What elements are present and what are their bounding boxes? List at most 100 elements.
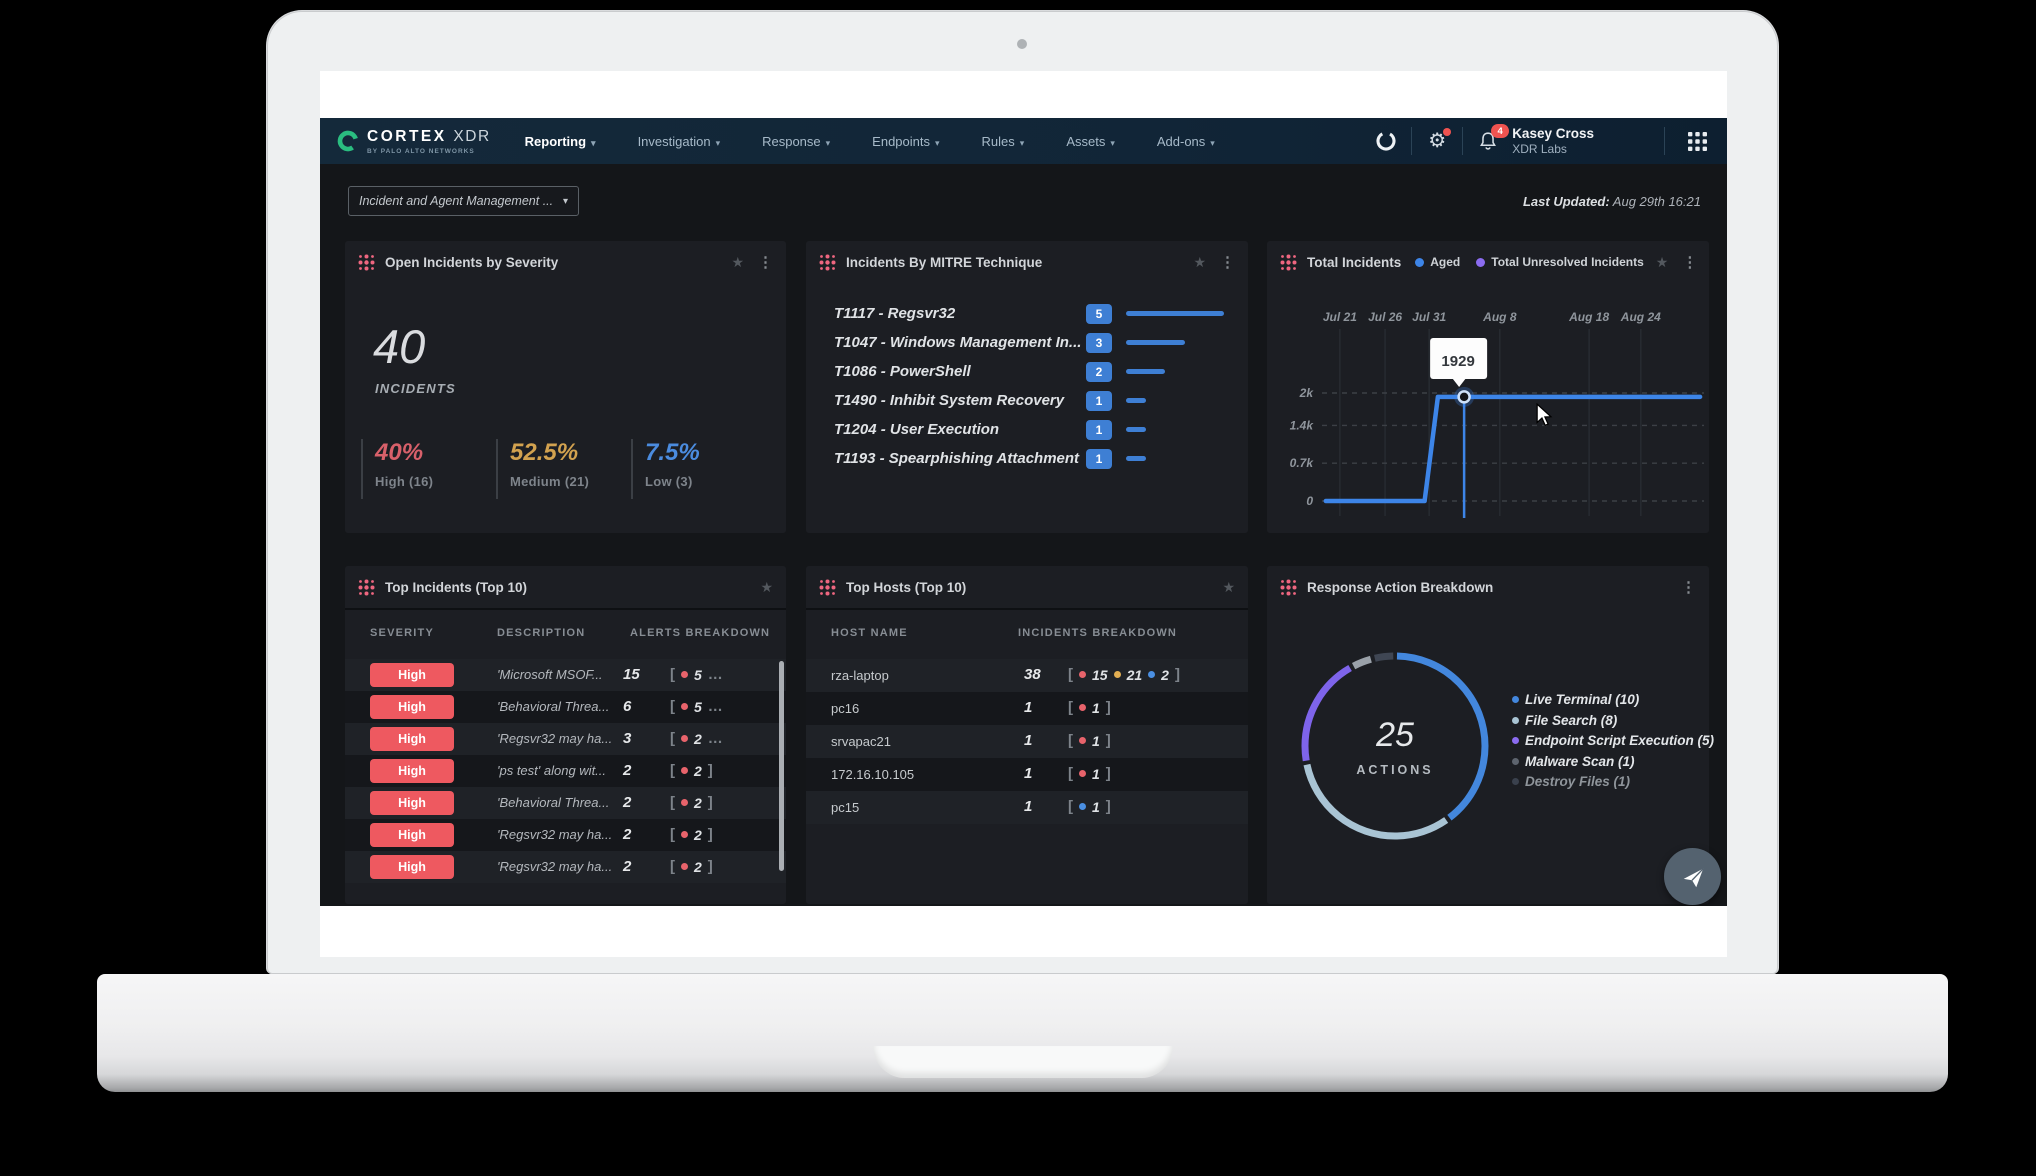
favorite-star-icon[interactable]: ★ [1222,579,1235,596]
alert-count: 3 [623,730,631,747]
severity-dot-icon [1114,671,1121,678]
actions-total-label: ACTIONS [1356,763,1433,777]
nav-menu-investigation[interactable]: Investigation▾ [638,134,721,149]
legend-item[interactable]: Malware Scan (1) [1512,754,1714,769]
kebab-menu-icon[interactable]: ⋮ [758,253,773,271]
nav-menu-reporting[interactable]: Reporting▾ [525,134,596,149]
incident-description: 'Behavioral Threa... [497,699,609,714]
laptop-base [97,974,1948,1092]
svg-text:Jul 31: Jul 31 [1412,310,1446,324]
mitre-technique-label: T1490 - Inhibit System Recovery [834,392,1086,409]
legend-dot-icon [1512,717,1519,724]
widget-title: Incidents By MITRE Technique [846,255,1042,270]
dashboard-selector[interactable]: Incident and Agent Management ... ▾ [348,186,579,216]
kebab-menu-icon[interactable]: ⋮ [1681,578,1696,596]
host-name: srvapac21 [831,734,891,749]
table-row[interactable]: High'ps test' along wit...2[2] [345,755,786,787]
severity-stat: 7.5%Low (3) [631,439,766,499]
chevron-down-icon: ▾ [591,138,596,148]
severity-badge: High [370,823,454,847]
widget-title: Top Incidents (Top 10) [385,580,527,595]
table-row[interactable]: 172.16.10.1051[1] [806,758,1248,791]
laptop-mockup: CORTEX XDR BY PALO ALTO NETWORKS Reporti… [0,0,2036,1176]
laptop-screen-bezel: CORTEX XDR BY PALO ALTO NETWORKS Reporti… [266,10,1779,974]
query-icon[interactable] [1374,129,1398,153]
chevron-down-icon: ▾ [563,196,568,207]
nav-menu-add-ons[interactable]: Add-ons▾ [1157,134,1215,149]
severity-dot-icon [681,799,688,806]
nav-right: ⚙ 4 Kasey Cross [1374,118,1727,164]
alert-count: 15 [623,666,640,683]
table-row[interactable]: High'Behavioral Threa...6[5… [345,691,786,723]
legend-item[interactable]: File Search (8) [1512,713,1714,728]
widget-open-incidents-by-severity: Open Incidents by Severity ★ ⋮ 40 INCIDE… [345,241,786,533]
severity-badge: High [370,727,454,751]
notifications-bell-icon[interactable]: 4 [1476,130,1500,152]
mitre-row[interactable]: T1047 - Windows Management In...3 [834,328,1236,357]
table-row[interactable]: pc161[1] [806,692,1248,725]
mitre-row[interactable]: T1193 - Spearphishing Attachment1 [834,444,1236,473]
favorite-star-icon[interactable]: ★ [731,254,744,271]
kebab-menu-icon[interactable]: ⋮ [1682,253,1697,271]
table-row[interactable]: pc151[1] [806,791,1248,824]
table-row[interactable]: High'Regsvr32 may ha...2[2] [345,851,786,883]
nav-menu-assets[interactable]: Assets▾ [1066,134,1115,149]
nav-menu-rules[interactable]: Rules▾ [982,134,1025,149]
column-header[interactable]: HOST NAME [831,627,908,639]
settings-gear-icon[interactable]: ⚙ [1425,131,1449,151]
screen-content: CORTEX XDR BY PALO ALTO NETWORKS Reporti… [320,71,1727,957]
mitre-technique-label: T1047 - Windows Management In... [834,334,1086,351]
incident-count: 1 [1024,798,1032,815]
nav-divider [1411,127,1412,155]
alerts-breakdown: [15212] [1068,666,1180,683]
nav-menu-response[interactable]: Response▾ [762,134,830,149]
laptop-thumb-notch [873,1046,1173,1078]
mitre-row[interactable]: T1086 - PowerShell2 [834,357,1236,386]
column-header[interactable]: DESCRIPTION [497,627,585,639]
total-incidents-chart[interactable]: Jul 21Jul 26Jul 31Aug 8Aug 18Aug 242k1.4… [1267,283,1709,529]
feedback-fab-button[interactable] [1664,848,1721,905]
mitre-row[interactable]: T1204 - User Execution1 [834,415,1236,444]
mitre-technique-label: T1086 - PowerShell [834,363,1086,380]
svg-text:2k: 2k [1299,386,1315,400]
mitre-bar [1126,311,1224,316]
response-donut-chart[interactable]: 25 ACTIONS [1297,648,1493,844]
severity-dot-icon [1079,803,1086,810]
column-header[interactable]: SEVERITY [370,627,434,639]
severity-pct: 40% [375,439,496,467]
nav-menu-endpoints[interactable]: Endpoints▾ [872,134,939,149]
incident-count: 1 [1024,765,1032,782]
legend-item[interactable]: Live Terminal (10) [1512,692,1714,707]
kebab-menu-icon[interactable]: ⋮ [1220,253,1235,271]
favorite-star-icon[interactable]: ★ [1193,254,1206,271]
chevron-down-icon: ▾ [826,138,831,148]
alerts-breakdown: [1] [1068,732,1111,749]
incident-description: 'ps test' along wit... [497,763,606,778]
alerts-breakdown: [2] [670,762,713,779]
mitre-row[interactable]: T1490 - Inhibit System Recovery1 [834,386,1236,415]
alerts-breakdown: [1] [1068,699,1111,716]
column-header[interactable]: INCIDENTS BREAKDOWN [1018,627,1177,639]
incident-count: 1 [1024,699,1032,716]
alerts-breakdown: [2] [670,794,713,811]
table-row[interactable]: srvapac211[1] [806,725,1248,758]
svg-text:Jul 21: Jul 21 [1323,310,1357,324]
vertical-scrollbar[interactable] [779,661,784,871]
table-row[interactable]: High'Regsvr32 may ha...2[2] [345,819,786,851]
column-header[interactable]: ALERTS BREAKDOWN [630,627,770,639]
app-launcher-grid-icon[interactable] [1685,132,1709,151]
top-hosts-rows: rza-laptop38[15212]pc161[1]srvapac211[1]… [806,659,1248,824]
legend-item[interactable]: Destroy Files (1) [1512,774,1714,789]
table-row[interactable]: High'Microsoft MSOF...15[5… [345,659,786,691]
svg-text:Aug 24: Aug 24 [1620,310,1661,324]
table-row[interactable]: rza-laptop38[15212] [806,659,1248,692]
widget-response-action-breakdown: Response Action Breakdown ⋮ 25 ACTIONS L… [1267,566,1709,904]
favorite-star-icon[interactable]: ★ [760,579,773,596]
legend-item[interactable]: Endpoint Script Execution (5) [1512,733,1714,748]
table-row[interactable]: High'Regsvr32 may ha...3[2… [345,723,786,755]
cortex-logo[interactable]: CORTEX XDR BY PALO ALTO NETWORKS [336,128,491,155]
mitre-row[interactable]: T1117 - Regsvr325 [834,299,1236,328]
favorite-star-icon[interactable]: ★ [1656,254,1669,271]
table-row[interactable]: High'Behavioral Threa...2[2] [345,787,786,819]
user-menu[interactable]: Kasey Cross XDR Labs [1512,126,1594,157]
